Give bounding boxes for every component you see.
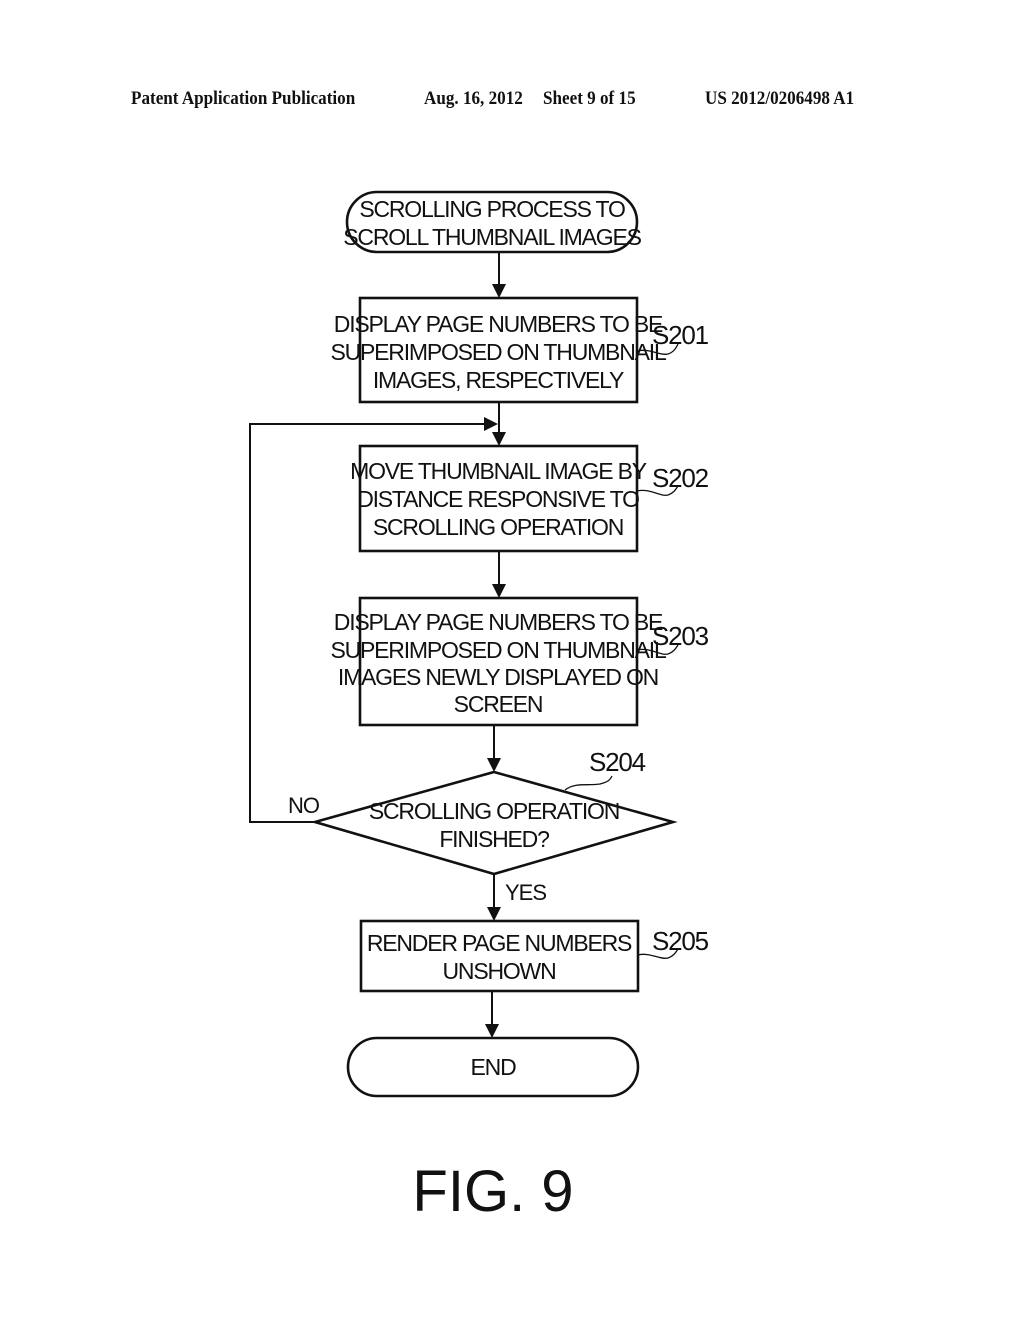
- start-text-line-1: SCROLLING PROCESS TO: [359, 196, 625, 222]
- leader-line: [564, 775, 613, 791]
- yes-label: YES: [505, 880, 546, 905]
- end-terminal: END: [346, 1036, 640, 1098]
- step-text-line: UNSHOWN: [443, 958, 556, 984]
- decision-text-line: FINISHED?: [439, 826, 549, 852]
- step-text-line: RENDER PAGE NUMBERS: [367, 930, 632, 956]
- start-terminal: SCROLLING PROCESS TO SCROLL THUMBNAIL IM…: [343, 190, 643, 254]
- step-label: S202: [652, 463, 709, 493]
- figure-label: FIG. 9: [412, 1159, 573, 1224]
- step-text-line: IMAGES, RESPECTIVELY: [373, 367, 624, 393]
- step-text-line: DISPLAY PAGE NUMBERS TO BE: [334, 609, 663, 635]
- step-text-line: SUPERIMPOSED ON THUMBNAIL: [330, 339, 666, 365]
- step-text-line: DISTANCE RESPONSIVE TO: [357, 486, 639, 512]
- start-text-line-2: SCROLL THUMBNAIL IMAGES: [343, 224, 641, 250]
- step-label: S201: [652, 320, 709, 350]
- step-text-line: DISPLAY PAGE NUMBERS TO BE: [334, 311, 663, 337]
- arrowhead: [492, 284, 506, 298]
- flowchart: SCROLLING PROCESS TO SCROLL THUMBNAIL IM…: [249, 190, 710, 1224]
- arrowhead: [485, 1024, 499, 1038]
- process-step-s203: DISPLAY PAGE NUMBERS TO BE SUPERIMPOSED …: [330, 596, 710, 727]
- end-text: END: [471, 1054, 517, 1080]
- step-text-line: IMAGES NEWLY DISPLAYED ON: [338, 664, 658, 690]
- arrowhead: [484, 417, 498, 431]
- arrowhead: [487, 907, 501, 921]
- no-label: NO: [288, 793, 320, 818]
- decision-s204: SCROLLING OPERATION FINISHED? S204 NO YE…: [288, 747, 678, 905]
- step-text-line: MOVE THUMBNAIL IMAGE BY: [350, 458, 647, 484]
- step-label: S203: [652, 621, 709, 651]
- step-text-line: SUPERIMPOSED ON THUMBNAIL: [330, 637, 666, 663]
- arrowhead: [487, 758, 501, 772]
- step-text-line: SCROLLING OPERATION: [373, 514, 623, 540]
- process-step-s202: MOVE THUMBNAIL IMAGE BY DISTANCE RESPONS…: [350, 444, 710, 553]
- process-step-s205: RENDER PAGE NUMBERS UNSHOWN S205: [359, 919, 710, 993]
- decision-text-line: SCROLLING OPERATION: [369, 798, 619, 824]
- arrowhead: [492, 584, 506, 598]
- process-step-s201: DISPLAY PAGE NUMBERS TO BE SUPERIMPOSED …: [330, 296, 710, 404]
- decision-label: S204: [589, 747, 646, 777]
- step-label: S205: [652, 926, 709, 956]
- arrowhead: [492, 432, 506, 446]
- step-text-line: SCREEN: [454, 691, 543, 717]
